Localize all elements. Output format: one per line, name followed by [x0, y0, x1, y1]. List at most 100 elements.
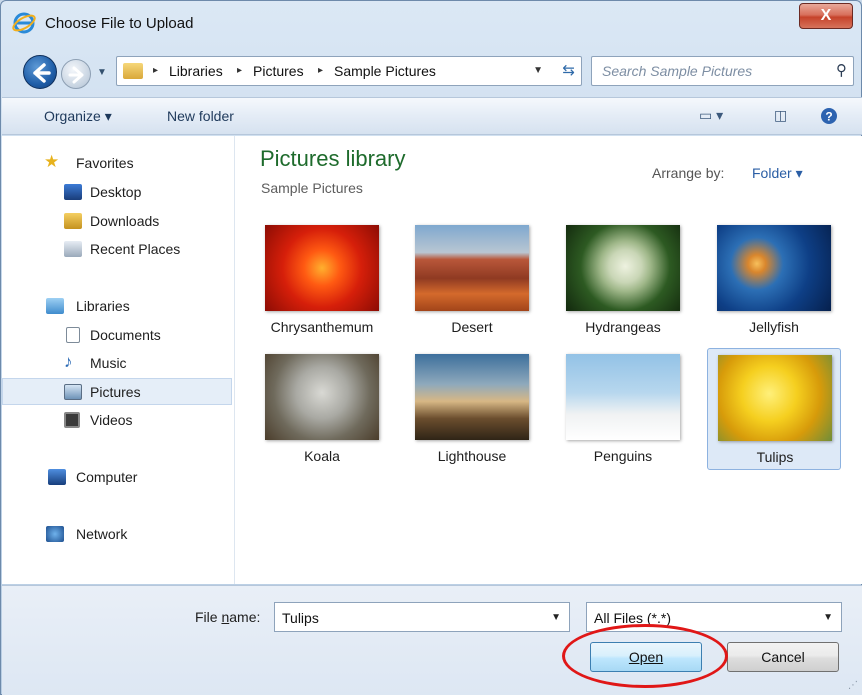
nav-computer[interactable]: Computer	[2, 464, 232, 491]
tulips-thumbnail	[718, 355, 832, 441]
recent-pages-dropdown[interactable]: ▼	[97, 67, 107, 78]
file-name: Lighthouse	[437, 448, 507, 464]
main-content: ★ Favorites Desktop Downloads Recent Pla…	[2, 136, 862, 584]
downloads-folder-icon	[64, 213, 82, 229]
nav-videos[interactable]: Videos	[2, 407, 232, 434]
file-item-lighthouse[interactable]: Lighthouse	[405, 348, 539, 470]
resize-grip-icon[interactable]: ⋰	[848, 680, 858, 691]
network-icon	[46, 526, 64, 542]
navigation-pane[interactable]: ★ Favorites Desktop Downloads Recent Pla…	[2, 136, 235, 584]
breadcrumb-separator[interactable]: ▸	[318, 65, 323, 76]
file-name: Penguins	[593, 448, 653, 464]
libraries-icon	[46, 298, 64, 314]
new-folder-button[interactable]: New folder	[167, 108, 234, 124]
file-item-chrysanthemum[interactable]: Chrysanthemum	[255, 219, 389, 341]
forward-button[interactable]	[61, 59, 91, 89]
command-toolbar: Organize ▾ New folder ▭ ▾ ◫ ?	[2, 97, 862, 135]
breadcrumb-libraries[interactable]: Libraries	[169, 63, 223, 79]
nav-documents[interactable]: Documents	[2, 322, 232, 349]
library-subtitle: Sample Pictures	[261, 180, 363, 196]
file-item-tulips[interactable]: Tulips	[707, 348, 841, 470]
file-name: Desert	[451, 319, 493, 335]
search-input[interactable]: Search Sample Pictures ⚲	[591, 56, 854, 86]
address-bar[interactable]: ▸ Libraries ▸ Pictures ▸ Sample Pictures…	[116, 56, 582, 86]
file-name-value: Tulips	[282, 610, 319, 626]
nav-label: Computer	[76, 469, 138, 485]
nav-favorites[interactable]: ★ Favorites	[2, 150, 232, 177]
nav-label: Downloads	[90, 213, 160, 229]
file-item-koala[interactable]: Koala	[255, 348, 389, 470]
breadcrumb-sample-pictures[interactable]: Sample Pictures	[334, 63, 436, 79]
hydrangeas-thumbnail	[566, 225, 680, 311]
jellyfish-thumbnail	[717, 225, 831, 311]
arrow-left-icon	[33, 63, 51, 83]
nav-label: Recent Places	[90, 241, 181, 257]
nav-desktop[interactable]: Desktop	[2, 179, 232, 206]
nav-pictures[interactable]: Pictures	[2, 378, 232, 405]
nav-music[interactable]: ♪ Music	[2, 350, 232, 377]
file-item-hydrangeas[interactable]: Hydrangeas	[556, 219, 690, 341]
help-icon[interactable]: ?	[820, 107, 838, 125]
bottom-panel: File name: Tulips ▼ All Files (*.*) ▼ Op…	[2, 585, 862, 695]
breadcrumb-separator[interactable]: ▸	[237, 65, 242, 76]
nav-network[interactable]: Network	[2, 521, 232, 548]
file-item-desert[interactable]: Desert	[405, 219, 539, 341]
nav-label: Desktop	[90, 184, 142, 200]
lighthouse-thumbnail	[415, 354, 529, 440]
file-name: Hydrangeas	[585, 319, 661, 335]
refresh-icon[interactable]: ⇆	[562, 61, 575, 79]
close-button[interactable]: X	[799, 3, 853, 29]
back-button[interactable]	[23, 55, 57, 89]
search-icon[interactable]: ⚲	[836, 61, 847, 79]
music-icon: ♪	[64, 352, 73, 371]
file-name: Jellyfish	[749, 319, 799, 335]
organize-menu[interactable]: Organize ▾	[44, 108, 112, 125]
title-bar: Choose File to Upload X	[1, 1, 861, 47]
file-name: Tulips	[756, 449, 794, 465]
search-placeholder: Search Sample Pictures	[602, 63, 753, 79]
file-item-jellyfish[interactable]: Jellyfish	[707, 219, 841, 341]
nav-label: Pictures	[90, 384, 141, 400]
nav-recent-places[interactable]: Recent Places	[2, 236, 232, 263]
recent-places-icon	[64, 241, 82, 257]
breadcrumb-separator[interactable]: ▸	[153, 65, 158, 76]
nav-label: Libraries	[76, 298, 130, 314]
file-name-label: File name:	[195, 609, 261, 625]
breadcrumb-pictures[interactable]: Pictures	[253, 63, 304, 79]
file-name: Koala	[304, 448, 340, 464]
arrow-right-icon	[68, 66, 84, 84]
nav-downloads[interactable]: Downloads	[2, 208, 232, 235]
nav-label: Favorites	[76, 155, 134, 171]
videos-icon	[64, 412, 80, 428]
address-dropdown[interactable]: ▼	[533, 65, 543, 76]
nav-label: Music	[90, 355, 127, 371]
file-name: Chrysanthemum	[270, 319, 374, 335]
documents-icon	[66, 327, 80, 343]
dialog-window: Choose File to Upload X ▼ ▸ Libraries ▸ …	[0, 0, 862, 695]
nav-label: Network	[76, 526, 128, 542]
folder-icon	[123, 63, 143, 79]
nav-libraries[interactable]: Libraries	[2, 293, 232, 320]
file-type-dropdown[interactable]: ▼	[823, 612, 833, 623]
desktop-icon	[64, 184, 82, 200]
change-view-icon[interactable]: ▭ ▾	[699, 107, 723, 124]
desert-thumbnail	[415, 225, 529, 311]
preview-pane-icon[interactable]: ◫	[774, 107, 787, 124]
nav-label: Videos	[90, 412, 133, 428]
chrysanthemum-thumbnail	[265, 225, 379, 311]
annotation-ellipse	[562, 624, 728, 688]
internet-explorer-icon	[12, 12, 36, 34]
library-title: Pictures library	[260, 146, 406, 171]
file-name-dropdown[interactable]: ▼	[551, 612, 561, 623]
file-item-penguins[interactable]: Penguins	[556, 348, 690, 470]
koala-thumbnail	[265, 354, 379, 440]
nav-label: Documents	[90, 327, 161, 343]
pictures-icon	[64, 384, 82, 400]
cancel-button[interactable]: Cancel	[727, 642, 839, 672]
file-name-input[interactable]: Tulips ▼	[274, 602, 570, 632]
arrange-by-dropdown[interactable]: Folder ▾	[752, 165, 803, 182]
star-icon: ★	[44, 152, 60, 171]
penguins-thumbnail	[566, 354, 680, 440]
computer-icon	[48, 469, 66, 485]
arrange-by-label: Arrange by:	[652, 165, 725, 181]
